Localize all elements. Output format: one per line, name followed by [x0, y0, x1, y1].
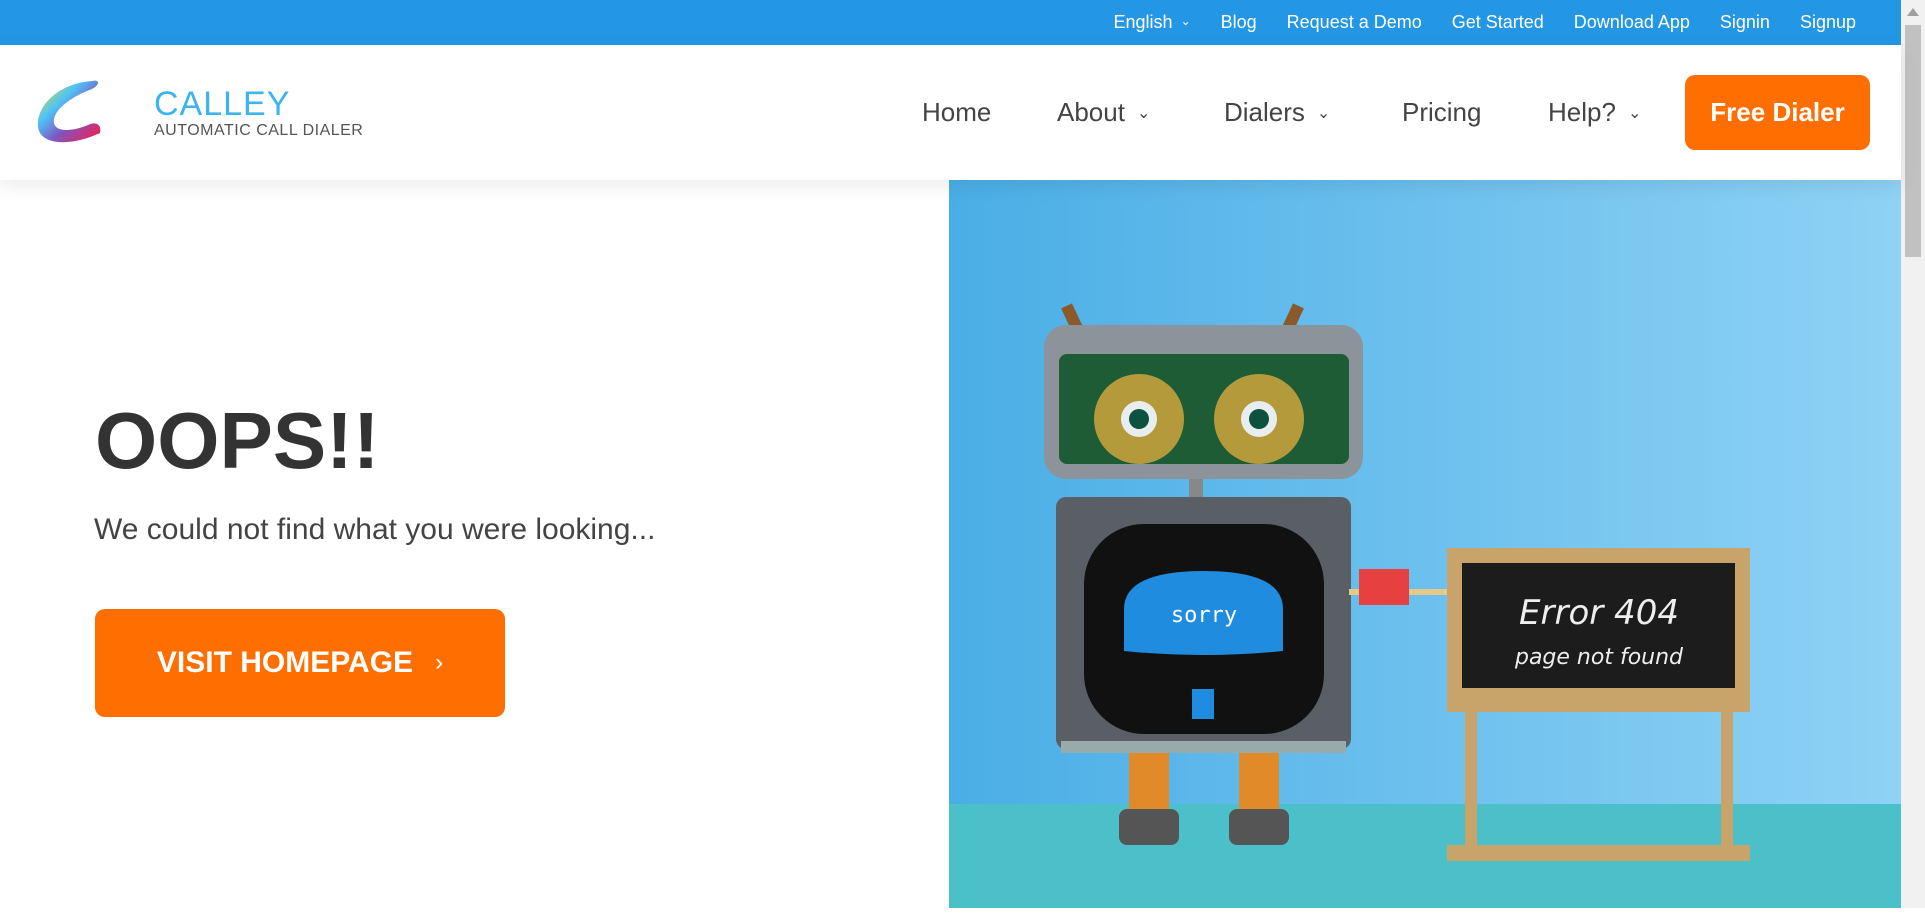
get-started-link[interactable]: Get Started [1452, 12, 1544, 33]
chevron-down-icon: ⌄ [1627, 105, 1642, 122]
visit-homepage-button[interactable]: VISIT HOMEPAGE › [95, 609, 505, 717]
logo-title: CALLEY [154, 84, 291, 123]
nav-help-label: Help? [1548, 97, 1616, 127]
language-label: English [1113, 12, 1173, 32]
signin-link[interactable]: Signin [1720, 12, 1770, 33]
blog-link[interactable]: Blog [1221, 12, 1257, 33]
download-app-link[interactable]: Download App [1574, 12, 1690, 33]
signup-link[interactable]: Signup [1800, 12, 1856, 33]
scrollbar-thumb[interactable] [1905, 25, 1921, 257]
nav-about[interactable]: About ⌄ [1057, 97, 1150, 128]
board-not-found-text: page not found [1514, 645, 1684, 670]
main-header: CALLEY AUTOMATIC CALL DIALER Home About ⌄… [0, 45, 1901, 180]
nav-home[interactable]: Home [922, 97, 991, 128]
hero-image: sorry Error 404 page not found [949, 179, 1901, 908]
top-utility-bar: English ⌄ Blog Request a Demo Get Started… [0, 0, 1901, 45]
chevron-down-icon: ⌄ [1136, 105, 1151, 122]
free-dialer-button[interactable]: Free Dialer [1685, 75, 1870, 150]
page-title: OOPS!! [95, 396, 380, 485]
chevron-down-icon: ⌄ [1316, 105, 1331, 122]
logo[interactable]: CALLEY AUTOMATIC CALL DIALER [30, 75, 363, 150]
logo-subtitle: AUTOMATIC CALL DIALER [154, 121, 364, 139]
nav-pricing[interactable]: Pricing [1402, 97, 1481, 128]
board-error-text: Error 404 [1519, 593, 1679, 633]
error-message: We could not find what you were looking.… [94, 513, 656, 546]
robot-screen-text: sorry [1171, 603, 1237, 628]
scroll-up-arrow-icon[interactable] [1907, 8, 1919, 16]
nav-dialers-label: Dialers [1224, 97, 1305, 127]
visit-homepage-label: VISIT HOMEPAGE [156, 646, 414, 679]
nav-help[interactable]: Help? ⌄ [1548, 97, 1641, 128]
nav-about-label: About [1057, 97, 1125, 127]
scrollbar[interactable] [1901, 0, 1925, 908]
nav-dialers[interactable]: Dialers ⌄ [1224, 97, 1330, 128]
logo-mark-icon [37, 80, 101, 143]
chevron-down-icon: ⌄ [1180, 14, 1191, 28]
request-demo-link[interactable]: Request a Demo [1287, 12, 1422, 33]
chevron-right-icon: › [435, 649, 444, 676]
language-selector[interactable]: English ⌄ [1114, 12, 1191, 33]
